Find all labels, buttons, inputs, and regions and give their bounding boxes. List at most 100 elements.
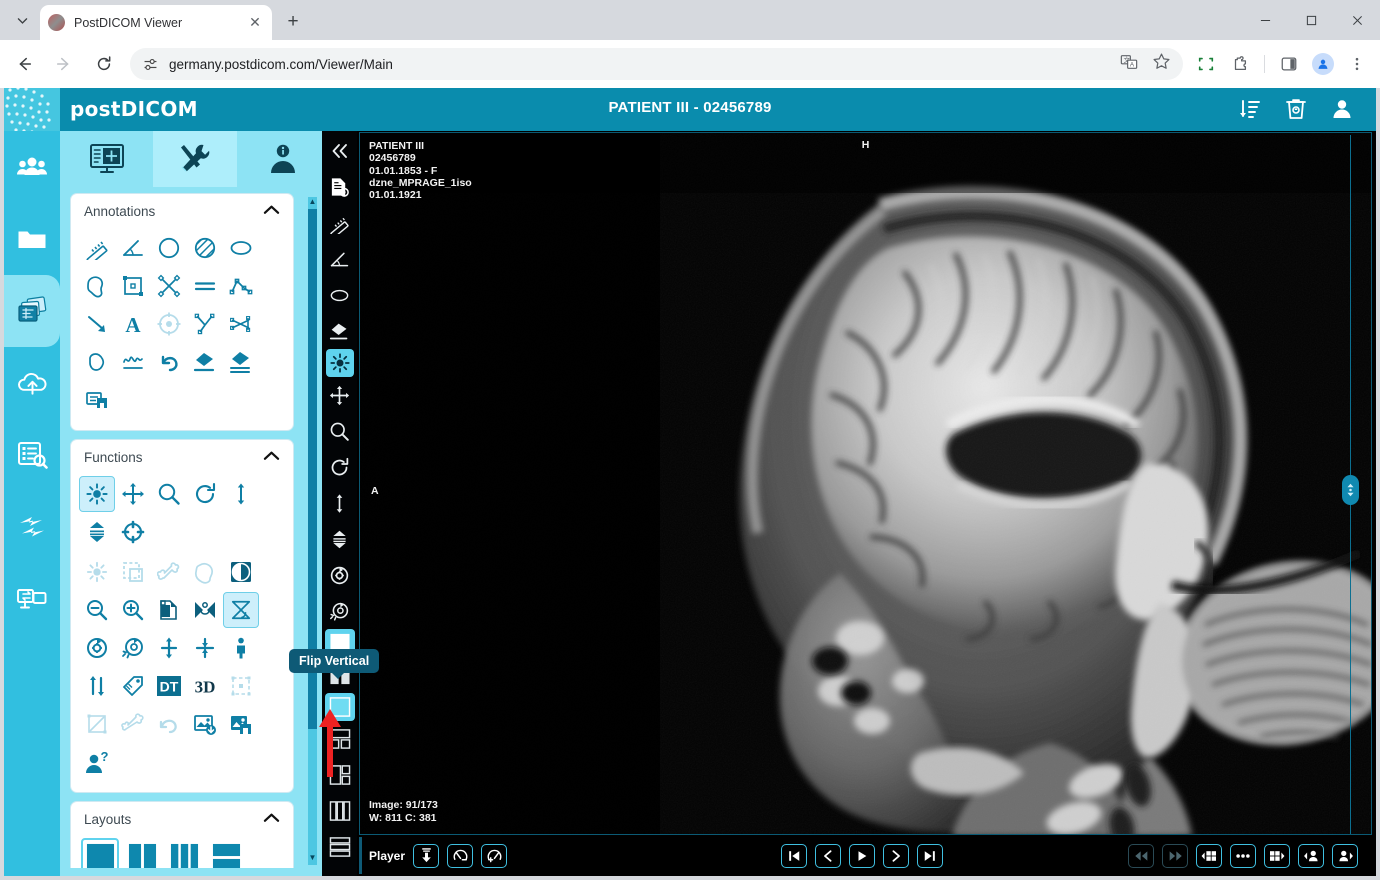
- next-layout-cell-button[interactable]: [1264, 843, 1290, 868]
- tool-target-point[interactable]: [151, 306, 187, 342]
- image-scroll-handle[interactable]: [1342, 475, 1359, 505]
- tool-scroll-stack[interactable]: [223, 476, 259, 512]
- sidebar-item-sync[interactable]: [4, 491, 60, 563]
- bookmark-star-icon[interactable]: [1152, 52, 1171, 76]
- window-maximize-button[interactable]: [1288, 0, 1334, 40]
- eraser-icon[interactable]: [324, 313, 355, 349]
- tool-reset-all[interactable]: [115, 630, 151, 666]
- screen-capture-icon[interactable]: [1191, 49, 1221, 79]
- tool-angle[interactable]: [115, 230, 151, 266]
- profile-avatar-icon[interactable]: [1308, 49, 1338, 79]
- last-image-button[interactable]: [916, 843, 943, 868]
- tool-zoom[interactable]: [151, 476, 187, 512]
- magnifier-icon[interactable]: [324, 413, 355, 449]
- previous-series-fast-button[interactable]: [1128, 843, 1154, 868]
- tool-fit-to-window[interactable]: [187, 630, 223, 666]
- tool-parallel-lines[interactable]: [187, 268, 223, 304]
- play-button[interactable]: [848, 843, 875, 868]
- new-tab-button[interactable]: +: [280, 9, 306, 35]
- sidebar-item-patients[interactable]: [4, 131, 60, 203]
- tool-flip-vertical[interactable]: [223, 592, 259, 628]
- collapse-panel-icon[interactable]: [324, 133, 355, 169]
- next-series-fast-button[interactable]: [1162, 843, 1188, 868]
- tool-flip-page[interactable]: [151, 592, 187, 628]
- previous-layout-cell-button[interactable]: [1196, 843, 1222, 868]
- tool-erase-one[interactable]: [187, 344, 223, 380]
- tool-text-annotation[interactable]: A: [115, 306, 151, 342]
- tool-undo-annotation[interactable]: [151, 344, 187, 380]
- translate-icon[interactable]: 文 A: [1120, 53, 1138, 76]
- panel-scrollbar[interactable]: ▲ ▼: [308, 197, 317, 865]
- window-minimize-button[interactable]: [1242, 0, 1288, 40]
- chevron-up-icon[interactable]: [263, 812, 280, 826]
- tool-region-select[interactable]: [115, 554, 151, 590]
- image-viewport[interactable]: PATIENT III 02456789 01.01.1853 - F dzne…: [359, 132, 1372, 835]
- tool-bidirectional[interactable]: [223, 306, 259, 342]
- scroll-down-arrow-icon[interactable]: ▼: [308, 853, 317, 865]
- tool-save-annotation[interactable]: [79, 382, 115, 418]
- tool-window-level[interactable]: [79, 476, 115, 512]
- player-download-button[interactable]: [413, 843, 440, 868]
- player-speed-down-button[interactable]: [447, 843, 474, 868]
- sidebar-item-upload[interactable]: [4, 347, 60, 419]
- layout-1x2[interactable]: [123, 838, 161, 868]
- tool-hatched-circle-roi[interactable]: [187, 230, 223, 266]
- reset-window-icon[interactable]: [324, 593, 355, 629]
- next-image-button[interactable]: [882, 843, 909, 868]
- ellipse-icon[interactable]: [324, 277, 355, 313]
- tool-true-size[interactable]: [223, 630, 259, 666]
- more-options-button[interactable]: [1230, 843, 1256, 868]
- report-eye-icon[interactable]: [324, 169, 355, 205]
- browser-tab[interactable]: PostDICOM Viewer ✕: [40, 5, 272, 40]
- tool-reset-rotation[interactable]: [79, 630, 115, 666]
- tool-dicom-tags[interactable]: DT: [151, 668, 187, 704]
- side-panel-icon[interactable]: [1274, 49, 1304, 79]
- tool-cobb-angle[interactable]: [187, 306, 223, 342]
- layout-1x3[interactable]: [165, 838, 203, 868]
- tool-export-image[interactable]: [187, 706, 223, 742]
- address-bar[interactable]: germany.postdicom.com/Viewer/Main 文 A: [130, 48, 1183, 80]
- tool-tags[interactable]: [115, 668, 151, 704]
- section-functions-header[interactable]: Functions: [71, 440, 293, 474]
- tool-closed-freehand[interactable]: [79, 344, 115, 380]
- tool-zoom-out[interactable]: [79, 592, 115, 628]
- tool-spline-curve[interactable]: [115, 344, 151, 380]
- reset-rotation-icon[interactable]: [324, 557, 355, 593]
- next-patient-button[interactable]: [1332, 843, 1358, 868]
- back-button[interactable]: [8, 48, 40, 80]
- tab-search-icon[interactable]: [8, 7, 36, 33]
- tool-shutter[interactable]: [223, 668, 259, 704]
- sidebar-item-folders[interactable]: [4, 203, 60, 275]
- layout-2x1[interactable]: [207, 838, 245, 868]
- tool-freehand-roi[interactable]: [79, 268, 115, 304]
- tool-rectangle-roi[interactable]: [115, 268, 151, 304]
- sidebar-item-reports[interactable]: [4, 419, 60, 491]
- user-icon[interactable]: [1328, 94, 1356, 124]
- more-menu-icon[interactable]: [1342, 49, 1372, 79]
- tool-crosshair[interactable]: [115, 514, 151, 550]
- trash-icon[interactable]: [1282, 94, 1310, 124]
- section-annotations-header[interactable]: Annotations: [71, 194, 293, 228]
- sidebar-item-studies[interactable]: [4, 275, 60, 347]
- previous-image-button[interactable]: [814, 843, 841, 868]
- scroll-up-arrow-icon[interactable]: ▲: [308, 197, 317, 209]
- ruler-icon[interactable]: [324, 205, 355, 241]
- tool-ruler-length[interactable]: [79, 230, 115, 266]
- site-settings-icon[interactable]: [142, 56, 159, 73]
- tool-fit-height[interactable]: [151, 630, 187, 666]
- section-layouts-header[interactable]: Layouts: [71, 802, 293, 836]
- angle-icon[interactable]: [324, 241, 355, 277]
- tool-stack-scroll-fast[interactable]: [79, 514, 115, 550]
- tool-erase-all[interactable]: [223, 344, 259, 380]
- first-image-button[interactable]: [780, 843, 807, 868]
- tool-circle-roi[interactable]: [151, 230, 187, 266]
- tool-auto-window[interactable]: [79, 554, 115, 590]
- sidebar-item-share[interactable]: [4, 563, 60, 635]
- tool-ellipse-roi[interactable]: [223, 230, 259, 266]
- tab-close-icon[interactable]: ✕: [246, 14, 264, 32]
- pan-icon[interactable]: [324, 377, 355, 413]
- previous-patient-button[interactable]: [1298, 843, 1324, 868]
- tab-study[interactable]: [65, 131, 149, 187]
- tool-patient-query[interactable]: ?: [79, 744, 115, 780]
- tab-info[interactable]: [241, 131, 325, 187]
